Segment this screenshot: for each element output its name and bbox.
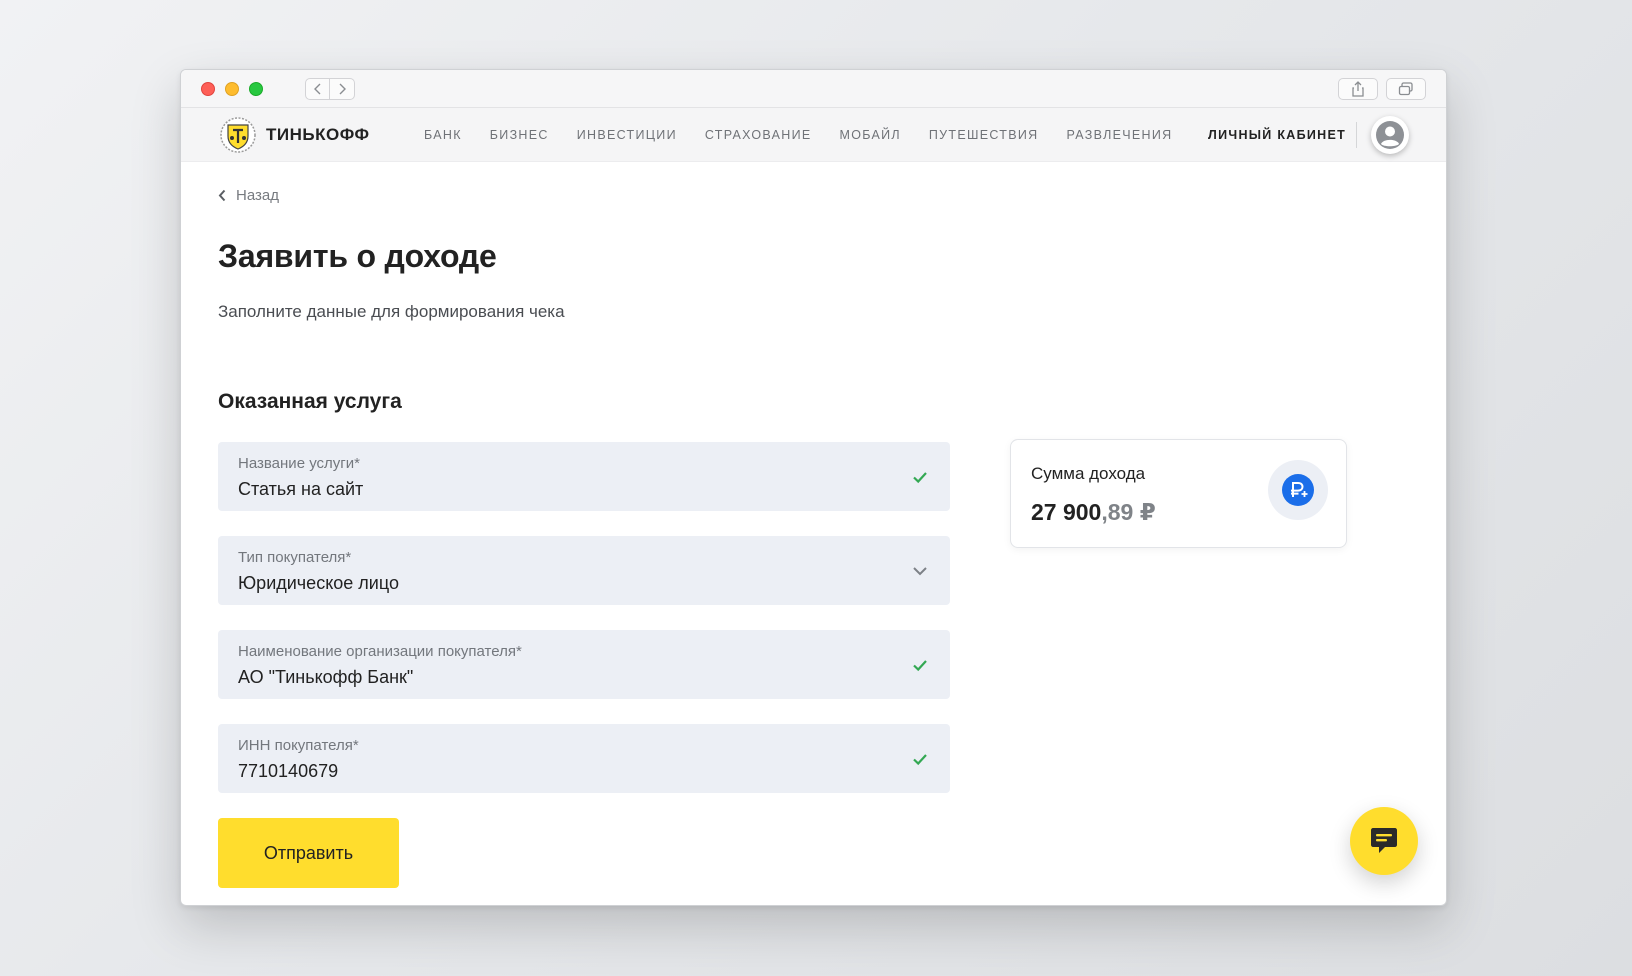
income-label: Сумма дохода [1031,464,1146,483]
chat-button[interactable] [1350,807,1418,875]
tabs-icon [1398,82,1413,96]
nav-item-entertainment[interactable]: РАЗВЛЕЧЕНИЯ [1066,128,1172,142]
tinkoff-emblem-icon [220,117,256,153]
nav-item-bank[interactable]: БАНК [424,128,462,142]
avatar[interactable] [1371,116,1409,154]
tabs-overview-button[interactable] [1386,78,1426,100]
check-icon [913,754,927,766]
chat-icon [1371,828,1397,853]
nav-item-business[interactable]: БИЗНЕС [490,128,549,142]
income-amount-cents: ,89 ₽ [1101,499,1156,525]
check-icon [913,660,927,672]
income-summary-card: Сумма дохода 27 900,89 ₽ [1010,439,1347,548]
income-amount: 27 900,89 ₽ [1031,499,1156,526]
chevron-left-icon [313,83,320,95]
chevron-left-icon [218,189,226,202]
site-header: ТИНЬКОФФ БАНК БИЗНЕС ИНВЕСТИЦИИ СТРАХОВА… [181,108,1446,162]
browser-back-button[interactable] [305,78,330,100]
title-bar [181,70,1446,108]
maximize-window-button[interactable] [249,82,263,96]
nav-item-mobile[interactable]: МОБАЙЛ [840,128,901,142]
minimize-window-button[interactable] [225,82,239,96]
check-icon [913,472,927,484]
user-icon [1376,121,1404,149]
page-subtitle: Заполните данные для формирования чека [218,302,565,321]
back-label: Назад [236,187,279,204]
field-value: Юридическое лицо [238,573,399,593]
nav-item-insurance[interactable]: СТРАХОВАНИЕ [705,128,812,142]
income-amount-main: 27 900 [1031,499,1102,525]
buyer-type-select[interactable]: Тип покупателя* Юридическое лицо [218,536,950,605]
buyer-inn-field[interactable]: ИНН покупателя* 7710140679 [218,724,950,793]
field-label: Наименование организации покупателя* [238,643,522,660]
field-value: Статья на сайт [238,479,364,499]
service-name-field[interactable]: Название услуги* Статья на сайт [218,442,950,511]
browser-forward-button[interactable] [330,78,355,100]
share-icon [1352,81,1364,97]
chevron-right-icon [339,83,346,95]
submit-button[interactable]: Отправить [218,818,399,888]
personal-cabinet-link[interactable]: ЛИЧНЫЙ КАБИНЕТ [1208,108,1346,162]
chevron-down-icon[interactable] [910,561,930,581]
share-button[interactable] [1338,78,1378,100]
brand-logo[interactable]: ТИНЬКОФФ [218,116,370,154]
section-title: Оказанная услуга [218,390,402,413]
page-title: Заявить о доходе [218,238,497,274]
add-income-button[interactable] [1268,460,1328,520]
ruble-plus-icon [1282,474,1314,506]
field-label: ИНН покупателя* [238,737,359,754]
back-link[interactable]: Назад [218,187,279,204]
field-label: Тип покупателя* [238,549,352,566]
nav-item-travel[interactable]: ПУТЕШЕСТВИЯ [929,128,1039,142]
nav-item-investments[interactable]: ИНВЕСТИЦИИ [577,128,677,142]
main-nav: БАНК БИЗНЕС ИНВЕСТИЦИИ СТРАХОВАНИЕ МОБАЙ… [424,108,1200,162]
header-divider [1356,122,1357,148]
field-value: 7710140679 [238,761,339,781]
buyer-organization-field[interactable]: Наименование организации покупателя* АО … [218,630,950,699]
browser-window: ТИНЬКОФФ БАНК БИЗНЕС ИНВЕСТИЦИИ СТРАХОВА… [180,69,1447,906]
field-label: Название услуги* [238,455,360,472]
brand-name: ТИНЬКОФФ [266,125,370,144]
field-value: АО "Тинькофф Банк" [238,667,414,687]
history-nav [305,78,355,100]
close-window-button[interactable] [201,82,215,96]
